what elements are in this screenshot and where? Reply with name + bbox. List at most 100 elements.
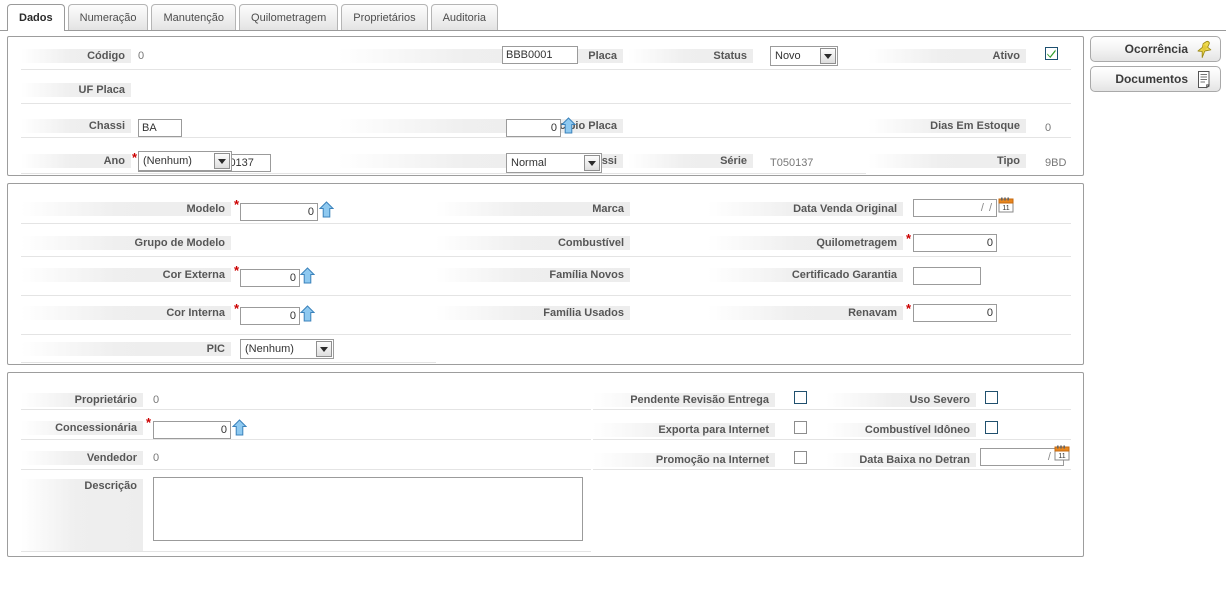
tab-label: Auditoria — [442, 11, 487, 24]
concessionaria-required-marker: * — [146, 415, 152, 430]
descricao-textarea[interactable] — [153, 477, 583, 541]
row-divider — [21, 69, 1071, 70]
pendente-revisao-entrega-checkbox[interactable] — [794, 391, 807, 404]
renavam-required-marker: * — [906, 301, 912, 316]
condicao-chassi-select[interactable]: Normal — [506, 153, 602, 173]
chassi-required-marker: * — [132, 150, 138, 165]
row-divider — [21, 469, 591, 470]
value-proprietario: 0 — [153, 394, 160, 406]
pic-select-value: (Nenhum) — [245, 343, 294, 355]
footer-bar: Confirmar Fechar — [0, 568, 1226, 604]
tab-quilometragem[interactable]: Quilometragem — [239, 4, 339, 30]
row-divider — [21, 409, 591, 410]
municipio-placa-input[interactable] — [506, 119, 561, 137]
ano-select[interactable]: (Nenhum) — [138, 151, 232, 171]
documentos-button-label: Documentos — [1115, 72, 1188, 86]
status-select[interactable]: Novo — [770, 46, 838, 66]
tab-label: Manutenção — [163, 11, 225, 24]
modelo-lookup-icon[interactable] — [319, 201, 334, 218]
label-certificado-garantia: Certificado Garantia — [708, 268, 903, 282]
label-combustivel: Combustível — [436, 236, 630, 250]
cor-externa-required-marker: * — [234, 263, 240, 278]
cor-interna-lookup-icon[interactable] — [300, 305, 315, 322]
tab-label: Quilometragem — [251, 11, 327, 24]
chevron-down-icon — [316, 341, 332, 357]
row-divider — [593, 409, 1071, 410]
label-promocao-na-internet: Promoção na Internet — [593, 453, 775, 467]
calendar-icon[interactable]: 11 — [1054, 445, 1070, 461]
quilometragem-input[interactable] — [913, 234, 997, 252]
tab-numeracao[interactable]: Numeração — [67, 4, 149, 30]
municipio-placa-lookup-icon[interactable] — [561, 117, 576, 134]
row-divider — [21, 256, 1071, 257]
status-select-value: Novo — [775, 50, 801, 62]
ativo-checkbox[interactable] — [1045, 47, 1058, 60]
renavam-input[interactable] — [913, 304, 997, 322]
label-cor-interna: Cor Interna — [21, 306, 231, 320]
label-ativo: Ativo — [868, 49, 1026, 63]
label-familia-usados: Família Usados — [436, 306, 630, 320]
calendar-icon[interactable]: 11 — [998, 197, 1014, 213]
value-dias-em-estoque: 0 — [1045, 122, 1052, 134]
panel-proprietario: Proprietário 0 Concessionária * Vendedor… — [7, 372, 1084, 557]
data-baixa-no-detran-input[interactable] — [980, 448, 1064, 466]
promocao-na-internet-checkbox[interactable] — [794, 451, 807, 464]
chevron-down-icon — [584, 155, 600, 171]
concessionaria-lookup-icon[interactable] — [232, 419, 247, 436]
uso-severo-checkbox[interactable] — [985, 391, 998, 404]
concessionaria-input[interactable] — [153, 421, 231, 439]
label-data-baixa-no-detran: Data Baixa no Detran — [826, 453, 976, 467]
data-venda-original-input[interactable] — [913, 199, 997, 217]
tab-label: Proprietários — [353, 11, 416, 24]
label-cor-externa: Cor Externa — [21, 268, 231, 282]
tab-bar: Dados Numeração Manutenção Quilometragem… — [0, 0, 1226, 31]
label-municipio-placa: Município Placa — [338, 119, 623, 133]
label-pic: PIC — [21, 342, 231, 356]
pic-select[interactable]: (Nenhum) — [240, 339, 334, 359]
label-quilometragem: Quilometragem — [708, 236, 903, 250]
combustivel-idoneo-checkbox[interactable] — [985, 421, 998, 434]
tab-proprietarios[interactable]: Proprietários — [341, 4, 428, 30]
tab-dados[interactable]: Dados — [7, 4, 65, 31]
label-uf-placa: UF Placa — [21, 83, 131, 97]
placa-input[interactable] — [502, 46, 578, 64]
value-serie: T050137 — [770, 157, 814, 169]
row-divider — [21, 551, 591, 552]
label-pendente-revisao-entrega: Pendente Revisão Entrega — [593, 393, 775, 407]
tab-manutencao[interactable]: Manutenção — [151, 4, 237, 30]
tab-label: Dados — [19, 12, 53, 24]
certificado-garantia-input[interactable] — [913, 267, 981, 285]
row-divider — [21, 334, 1071, 335]
label-codigo: Código — [21, 49, 131, 63]
label-combustivel-idoneo: Combustível Idôneo — [826, 423, 976, 437]
modelo-input[interactable] — [240, 203, 318, 221]
uf-placa-input[interactable] — [138, 119, 182, 137]
label-data-venda-original: Data Venda Original — [708, 202, 903, 216]
documentos-button[interactable]: Documentos — [1090, 66, 1221, 92]
row-divider — [21, 223, 1071, 224]
row-divider — [21, 295, 1071, 296]
quilometragem-required-marker: * — [906, 231, 912, 246]
row-divider — [21, 439, 591, 440]
row-divider — [593, 469, 1071, 470]
ocorrencia-button[interactable]: Ocorrência — [1090, 36, 1221, 62]
modelo-required-marker: * — [234, 197, 240, 212]
label-proprietario: Proprietário — [21, 393, 143, 407]
cor-interna-input[interactable] — [240, 307, 300, 325]
cor-interna-required-marker: * — [234, 301, 240, 316]
svg-text:11: 11 — [1058, 453, 1065, 460]
label-placa: Placa — [338, 49, 623, 63]
row-divider — [21, 362, 436, 363]
vehicle-form-window: Dados Numeração Manutenção Quilometragem… — [0, 0, 1226, 604]
cor-externa-lookup-icon[interactable] — [300, 267, 315, 284]
condicao-chassi-select-value: Normal — [511, 157, 547, 169]
label-marca: Marca — [436, 202, 630, 216]
ano-select-value: (Nenhum) — [143, 155, 192, 167]
label-grupo-de-modelo: Grupo de Modelo — [21, 236, 231, 250]
tab-auditoria[interactable]: Auditoria — [430, 4, 499, 30]
label-vendedor: Vendedor — [21, 451, 143, 465]
label-chassi: Chassi — [21, 119, 131, 133]
exporta-para-internet-checkbox[interactable] — [794, 421, 807, 434]
svg-text:11: 11 — [1002, 205, 1009, 212]
cor-externa-input[interactable] — [240, 269, 300, 287]
